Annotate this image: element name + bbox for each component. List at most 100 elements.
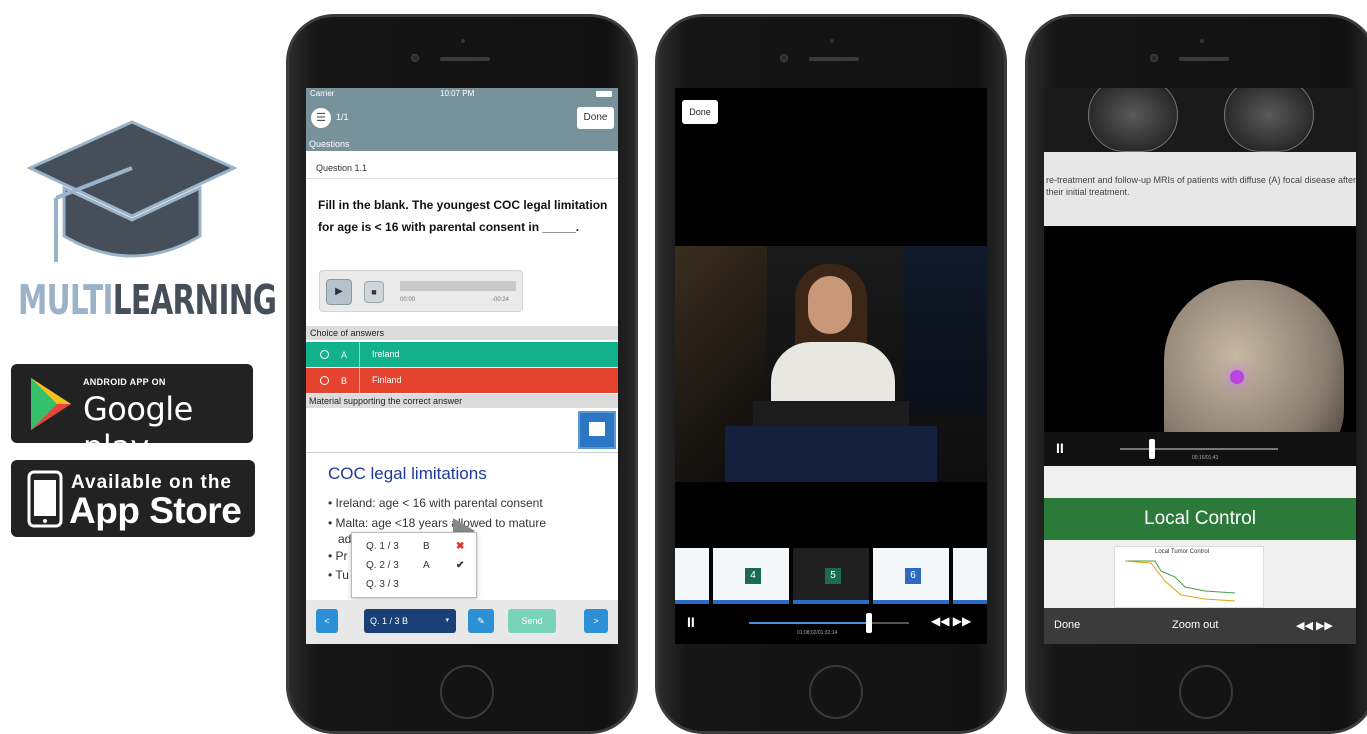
divider [306,452,618,453]
questions-header: Questions [306,138,618,151]
slide-thumbnail[interactable]: 6 [873,548,949,604]
picker-question: Q. 2 / 3 [366,560,399,571]
slide-bullet: ad [338,532,352,546]
status-bar: Carrier 10:07 PM [306,88,618,100]
home-button[interactable] [809,665,863,719]
question-select[interactable]: Q. 1 / 3 B ▾ [364,609,456,633]
audio-player: ▶ ■ 00:00 -00:24 [319,270,523,312]
picker-question: Q. 3 / 3 [366,579,399,590]
playback-time: 00:16/01:43 [1192,455,1219,461]
stage-backdrop [903,246,987,416]
question-text: Fill in the blank. The youngest COC lega… [318,198,608,234]
mri-images[interactable] [1044,88,1356,152]
answer-text: Finland [372,375,402,385]
skip-controls-icon[interactable]: ◀◀ ▶▶ [931,614,971,628]
google-play-subtitle: ANDROID APP ON [83,377,166,387]
mri-scan-image [1224,88,1314,152]
slide-bullet: • Tu [328,568,349,582]
slide-number: 5 [825,568,841,584]
chart-curves [1124,560,1236,602]
slide-number: 6 [905,568,921,584]
pause-icon[interactable]: II [1056,440,1064,456]
answer-text: Ireland [372,349,400,359]
speaker-grille [440,57,490,61]
chevron-down-icon: ▾ [445,617,449,624]
seek-handle[interactable] [866,613,872,633]
slide-thumbnail[interactable] [953,548,987,604]
answer-option-b[interactable]: B Finland [306,368,618,393]
audio-play-button[interactable]: ▶ [326,279,352,305]
speaker-grille [809,57,859,61]
seek-track[interactable] [1120,448,1278,450]
brand-part-multi: MULTI [18,276,114,324]
picker-row[interactable]: Q. 2 / 3 A ✔ [366,560,471,578]
app-store-badge[interactable]: Available on the App Store [11,460,255,537]
next-button[interactable]: > [584,609,608,633]
slide-thumbnail-active[interactable]: 5 [793,548,869,604]
quiz-screen: Carrier 10:07 PM ☰ 1/1 Done Questions Qu… [306,88,618,644]
slide-title: COC legal limitations [328,464,487,483]
camera-icon [1150,54,1158,62]
podium [725,426,937,482]
battery-icon [596,91,612,97]
camera-icon [411,54,419,62]
wrong-icon: ✖ [456,541,465,552]
camera-icon [780,54,788,62]
audio-elapsed-time: 00:00 [400,297,416,303]
page-counter: 1/1 [336,112,349,122]
smartphone-icon [27,470,63,528]
laptop [753,401,909,429]
comment-button[interactable]: ✎ [468,609,494,633]
radio-icon [320,350,329,359]
audio-remaining-time: -00:24 [492,297,510,303]
home-button[interactable] [1179,665,1233,719]
playback-time: 01:08:02/01:32:14 [797,630,838,636]
radio-icon [320,376,329,385]
done-button[interactable]: Done [1054,619,1080,631]
picker-answer: A [423,560,430,571]
zoom-out-button[interactable]: Zoom out [1172,619,1218,631]
previous-button[interactable]: < [316,609,338,633]
audio-stop-button[interactable]: ■ [364,281,384,303]
google-play-badge[interactable]: ANDROID APP ON Google play [11,364,253,466]
slide-thumbnail[interactable] [675,548,709,604]
home-button[interactable] [440,665,494,719]
slide-number: 4 [745,568,761,584]
brand-wordmark: MULTILEARNING [18,276,277,324]
choices-header: Choice of answers [306,326,618,340]
lecture-video[interactable] [675,246,987,482]
send-button[interactable]: Send [508,609,556,633]
google-play-title: Google play [83,390,193,466]
presentation-slide[interactable]: Local Control Local Tumor Control [1044,466,1356,608]
speaker-face [808,276,852,334]
done-button[interactable]: Done [577,107,614,129]
viewer-footer: Done Zoom out ◀◀ ▶▶ [1044,608,1356,644]
question-picker-popup: Q. 1 / 3 B ✖ Q. 2 / 3 A ✔ Q. 3 / 3 [351,532,477,598]
quiz-footer: < Q. 1 / 3 B ▾ ✎ Send > [306,600,618,644]
material-thumbnail[interactable] [578,411,616,449]
brand-part-learning: LEARNING [112,276,277,324]
tumor-highlight [1230,370,1244,384]
menu-icon[interactable]: ☰ [311,108,331,128]
picker-row[interactable]: Q. 3 / 3 [366,579,471,597]
done-button[interactable]: Done [682,100,718,124]
check-icon: ✔ [456,560,465,571]
divider [306,178,618,179]
pause-icon[interactable]: II [687,614,695,630]
slide-bullet: • Ireland: age < 16 with parental consen… [328,496,543,510]
skip-controls-icon[interactable]: ◀◀ ▶▶ [1296,619,1333,632]
video-screen: Done 4 5 6 II 01:08:02/01:32:14 ◀◀ ▶▶ [675,88,987,644]
question-select-value: Q. 1 / 3 B [370,616,409,626]
survival-chart: Local Tumor Control [1114,546,1264,608]
app-store-title: App Store [69,490,242,531]
medical-screen: re-treatment and follow-up MRIs of patie… [1044,88,1356,644]
carrier-label: Carrier [310,89,335,98]
slide-bullet: • Malta: age <18 years allowed to mature [328,516,546,530]
material-header: Material supporting the correct answer [306,394,618,408]
seek-handle[interactable] [1148,439,1155,459]
audio-progress-track[interactable] [400,281,516,291]
clock-label: 10:07 PM [440,89,475,98]
picker-row[interactable]: Q. 1 / 3 B ✖ [366,541,471,559]
answer-option-a[interactable]: A Ireland [306,342,618,367]
slide-thumbnail[interactable]: 4 [713,548,789,604]
